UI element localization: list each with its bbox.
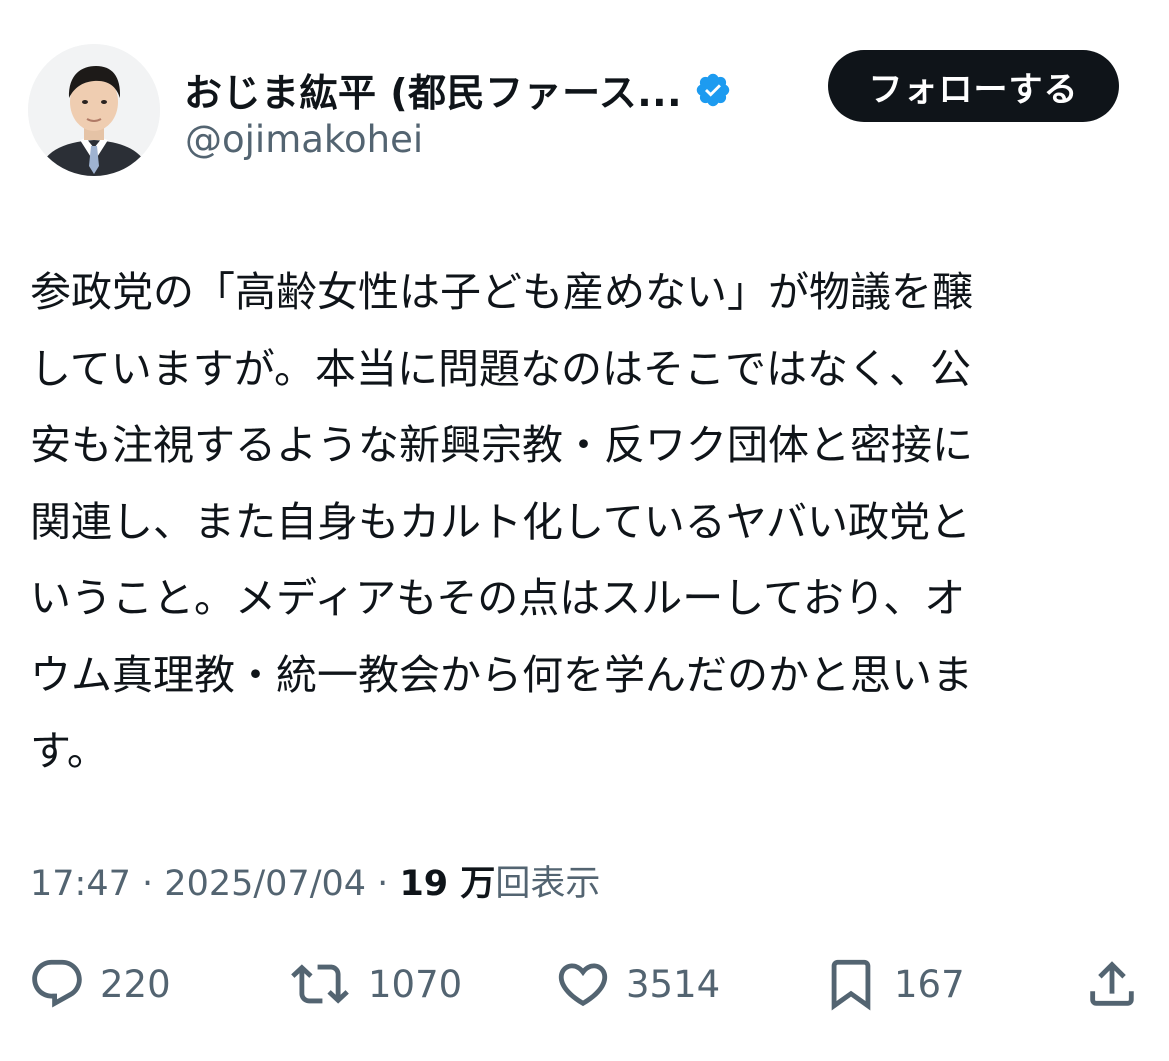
reply-button[interactable]: 220 [28,955,171,1013]
share-button[interactable] [1083,955,1141,1013]
tweet-time[interactable]: 17:47 [30,864,131,904]
tweet-text-line: いうこと。メディアもその点はスルーしており、オ [30,574,966,622]
meta-separator: · [142,864,154,904]
tweet-text-line: す。 [30,727,108,775]
verified-badge-icon [694,71,732,109]
tweet-date[interactable]: 2025/07/04 [164,864,366,904]
author-display-name[interactable]: おじま紘平 (都民ファース... [184,62,682,117]
tweet-meta: 17:47 · 2025/07/04 · 19 万回表示 [30,855,600,906]
retweet-button[interactable]: 1070 [286,955,462,1013]
meta-separator: · [377,864,389,904]
reply-icon [28,955,86,1013]
tweet-text-line: 参政党の「高齢女性は子ども産めない」が物議を醸 [30,268,973,316]
tweet-text: 参政党の「高齢女性は子ども産めない」が物議を醸 していますが。本当に問題なのはそ… [30,254,1140,790]
views-label: 回表示 [495,864,601,904]
tweet-text-line: していますが。本当に問題なのはそこではなく、公 [30,344,971,393]
share-icon [1083,955,1141,1013]
avatar-photo [28,44,160,176]
heart-icon [554,955,612,1013]
author-name-row[interactable]: おじま紘平 (都民ファース... [184,62,732,117]
bookmark-icon [822,955,880,1013]
like-count: 3514 [626,962,721,1006]
tweet-text-line: ウム真理教・統一教会から何を学んだのかと思いま [30,650,973,699]
like-button[interactable]: 3514 [554,955,720,1013]
retweet-icon [286,955,354,1013]
reply-count: 220 [100,962,171,1006]
views-count: 19 万 [399,864,496,904]
avatar[interactable] [28,44,160,176]
tweet-text-line: 関連し、また自身もカルト化しているヤバい政党と [30,497,971,546]
author-handle[interactable]: @ojimakohei [185,118,423,161]
follow-button[interactable]: フォローする [828,50,1119,122]
tweet-text-line: 安も注視するような新興宗教・反ワク団体と密接に [30,421,973,469]
bookmark-button[interactable]: 167 [822,955,965,1013]
bookmark-count: 167 [894,962,965,1006]
retweet-count: 1070 [368,962,463,1006]
